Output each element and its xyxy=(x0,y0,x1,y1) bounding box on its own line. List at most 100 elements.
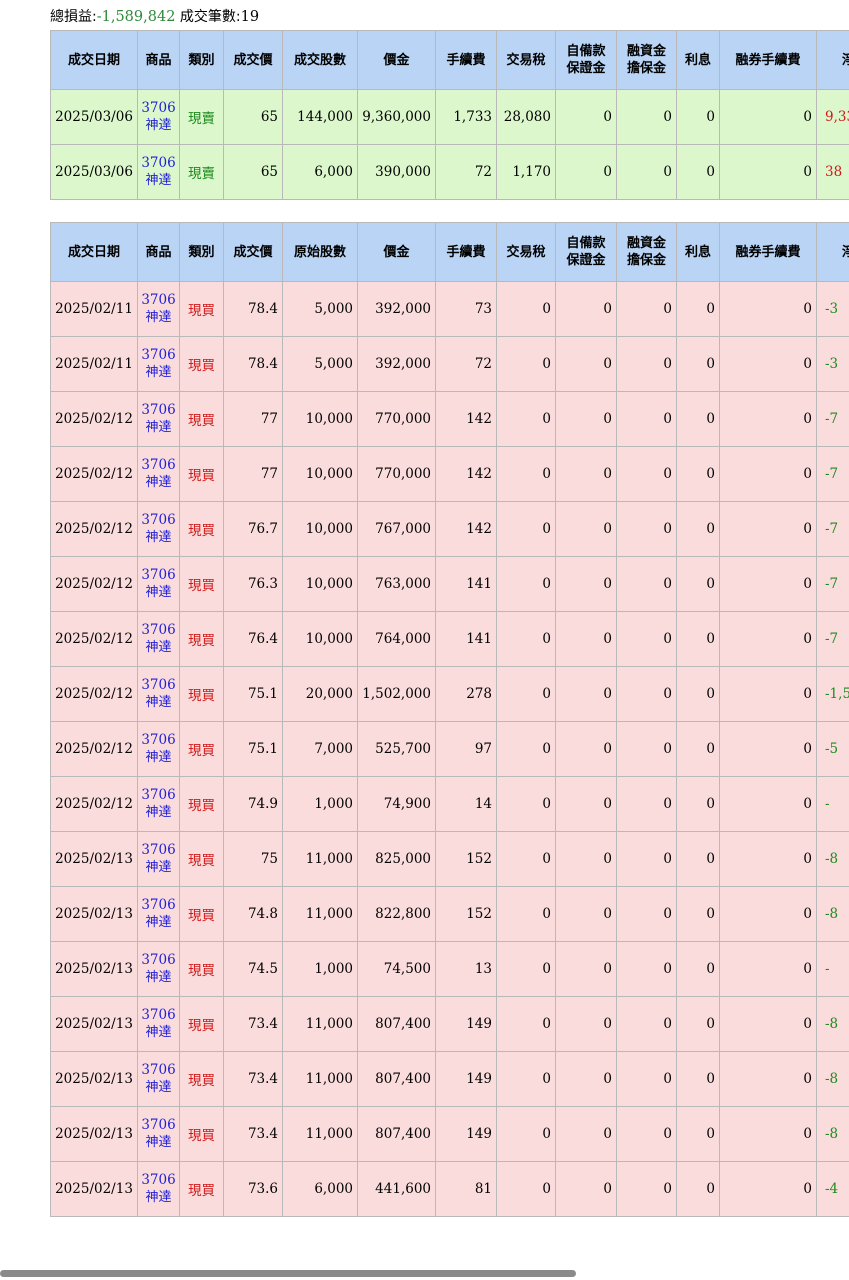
cell-interest: 0 xyxy=(676,281,720,337)
cell-net: -8 xyxy=(816,996,849,1052)
product-name-link[interactable]: 神達 xyxy=(139,1024,179,1041)
cell-product[interactable]: 3706 神達 xyxy=(137,144,180,200)
cell-product[interactable]: 3706 神達 xyxy=(137,776,180,832)
cell-product[interactable]: 3706 神達 xyxy=(137,501,180,557)
cell-product[interactable]: 3706 神達 xyxy=(137,446,180,502)
cell-product[interactable]: 3706 神達 xyxy=(137,1161,180,1217)
cell-net: -8 xyxy=(816,886,849,942)
cell-product[interactable]: 3706 神達 xyxy=(137,1106,180,1162)
cell-product[interactable]: 3706 神達 xyxy=(137,831,180,887)
product-name-link[interactable]: 神達 xyxy=(139,1134,179,1151)
cell-type: 現買 xyxy=(179,941,224,997)
cell-date: 2025/02/12 xyxy=(50,776,138,832)
product-name-link[interactable]: 神達 xyxy=(139,117,179,134)
cell-interest: 0 xyxy=(676,556,720,612)
product-name-link[interactable]: 神達 xyxy=(139,749,179,766)
product-name-link[interactable]: 神達 xyxy=(139,859,179,876)
cell-amount: 763,000 xyxy=(357,556,436,612)
product-code-link[interactable]: 3706 xyxy=(139,402,179,419)
cell-product[interactable]: 3706 神達 xyxy=(137,89,180,145)
cell-price: 77 xyxy=(223,446,283,502)
cell-fee: 14 xyxy=(435,776,497,832)
cell-tax: 1,170 xyxy=(496,144,556,200)
product-code-link[interactable]: 3706 xyxy=(139,457,179,474)
product-code-link[interactable]: 3706 xyxy=(139,787,179,804)
product-code-link[interactable]: 3706 xyxy=(139,292,179,309)
cell-amount: 807,400 xyxy=(357,996,436,1052)
product-name-link[interactable]: 神達 xyxy=(139,474,179,491)
cell-product[interactable]: 3706 神達 xyxy=(137,1051,180,1107)
col-header-net: 淨 xyxy=(816,30,849,90)
product-code-link[interactable]: 3706 xyxy=(139,622,179,639)
cell-price: 73.6 xyxy=(223,1161,283,1217)
col-header-price: 成交價 xyxy=(223,30,283,90)
product-name-link[interactable]: 神達 xyxy=(139,309,179,326)
cell-net: - xyxy=(816,776,849,832)
cell-product[interactable]: 3706 神達 xyxy=(137,281,180,337)
product-name-link[interactable]: 神達 xyxy=(139,364,179,381)
cell-date: 2025/02/13 xyxy=(50,941,138,997)
cell-product[interactable]: 3706 神達 xyxy=(137,556,180,612)
col-header-interest: 利息 xyxy=(676,222,720,282)
cell-date: 2025/03/06 xyxy=(50,144,138,200)
cell-product[interactable]: 3706 神達 xyxy=(137,611,180,667)
cell-loan: 0 xyxy=(616,144,677,200)
cell-interest: 0 xyxy=(676,391,720,447)
product-code-link[interactable]: 3706 xyxy=(139,100,179,117)
cell-date: 2025/02/11 xyxy=(50,336,138,392)
cell-product[interactable]: 3706 神達 xyxy=(137,336,180,392)
cell-date: 2025/02/12 xyxy=(50,721,138,777)
cell-shares: 5,000 xyxy=(282,336,358,392)
cell-short-fee: 0 xyxy=(719,721,817,777)
product-name-link[interactable]: 神達 xyxy=(139,419,179,436)
cell-margin: 0 xyxy=(555,446,617,502)
cell-short-fee: 0 xyxy=(719,611,817,667)
product-code-link[interactable]: 3706 xyxy=(139,347,179,364)
cell-product[interactable]: 3706 神達 xyxy=(137,941,180,997)
product-code-link[interactable]: 3706 xyxy=(139,1117,179,1134)
product-name-link[interactable]: 神達 xyxy=(139,172,179,189)
cell-product[interactable]: 3706 神達 xyxy=(137,886,180,942)
cell-interest: 0 xyxy=(676,776,720,832)
product-code-link[interactable]: 3706 xyxy=(139,567,179,584)
cell-product[interactable]: 3706 神達 xyxy=(137,996,180,1052)
product-code-link[interactable]: 3706 xyxy=(139,677,179,694)
cell-net: -8 xyxy=(816,831,849,887)
col-header-amount: 價金 xyxy=(357,222,436,282)
cell-short-fee: 0 xyxy=(719,886,817,942)
col-header-product: 商品 xyxy=(137,222,180,282)
product-name-link[interactable]: 神達 xyxy=(139,529,179,546)
cell-product[interactable]: 3706 神達 xyxy=(137,391,180,447)
cell-product[interactable]: 3706 神達 xyxy=(137,666,180,722)
product-name-link[interactable]: 神達 xyxy=(139,694,179,711)
product-code-link[interactable]: 3706 xyxy=(139,897,179,914)
product-name-link[interactable]: 神達 xyxy=(139,584,179,601)
product-name-link[interactable]: 神達 xyxy=(139,639,179,656)
product-code-link[interactable]: 3706 xyxy=(139,842,179,859)
product-name-link[interactable]: 神達 xyxy=(139,1079,179,1096)
cell-product[interactable]: 3706 神達 xyxy=(137,721,180,777)
cell-loan: 0 xyxy=(616,996,677,1052)
product-code-link[interactable]: 3706 xyxy=(139,155,179,172)
product-name-link[interactable]: 神達 xyxy=(139,804,179,821)
cell-shares: 11,000 xyxy=(282,1051,358,1107)
cell-loan: 0 xyxy=(616,666,677,722)
product-code-link[interactable]: 3706 xyxy=(139,1007,179,1024)
product-code-link[interactable]: 3706 xyxy=(139,952,179,969)
product-name-link[interactable]: 神達 xyxy=(139,1189,179,1206)
table-row: 2025/02/13 3706 神達 現買 74.5 1,000 74,500 13 0 0 0 0 0… xyxy=(50,941,849,997)
cell-tax: 0 xyxy=(496,666,556,722)
cell-margin: 0 xyxy=(555,336,617,392)
product-name-link[interactable]: 神達 xyxy=(139,914,179,931)
cell-short-fee: 0 xyxy=(719,391,817,447)
product-code-link[interactable]: 3706 xyxy=(139,732,179,749)
product-code-link[interactable]: 3706 xyxy=(139,512,179,529)
cell-amount: 807,400 xyxy=(357,1051,436,1107)
product-code-link[interactable]: 3706 xyxy=(139,1172,179,1189)
product-name-link[interactable]: 神達 xyxy=(139,969,179,986)
table-row: 2025/02/11 3706 神達 現買 78.4 5,000 392,000 72 0 0 0 0… xyxy=(50,336,849,392)
horizontal-scrollbar[interactable] xyxy=(0,1270,576,1277)
product-code-link[interactable]: 3706 xyxy=(139,1062,179,1079)
cell-amount: 525,700 xyxy=(357,721,436,777)
col-header-type: 類別 xyxy=(179,222,224,282)
